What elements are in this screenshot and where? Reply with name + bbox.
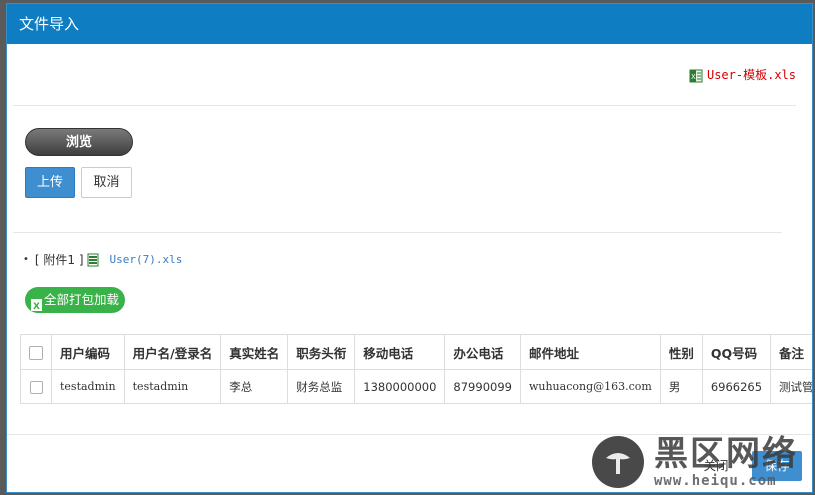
- svg-text:X: X: [33, 302, 40, 311]
- table-row[interactable]: testadmin testadmin 李总 财务总监 1380000000 8…: [20, 369, 812, 404]
- watermark-main-text: 黑区网络: [654, 434, 798, 474]
- column-header: 邮件地址: [519, 334, 661, 370]
- column-header: 职务头衔: [287, 334, 356, 370]
- table-cell: 6966265: [701, 369, 772, 404]
- table-cell: 87990099: [444, 369, 521, 404]
- table-header-row: 用户编码 用户名/登录名 真实姓名 职务头衔 移动电话 办公电话 邮件地址 性别…: [20, 334, 812, 370]
- watermark-logo-icon: [592, 436, 644, 488]
- column-header: 移动电话: [354, 334, 446, 370]
- dialog-title: 文件导入: [19, 15, 80, 33]
- table-cell: 财务总监: [287, 369, 356, 404]
- column-header: 办公电话: [444, 334, 521, 370]
- download-all-label: 全部打包加载: [43, 292, 119, 307]
- divider: [13, 105, 796, 106]
- table-cell: testadmin: [51, 369, 125, 404]
- select-all-checkbox[interactable]: [29, 345, 43, 360]
- cancel-upload-button[interactable]: 取消: [81, 167, 132, 198]
- browse-button[interactable]: 浏览: [25, 128, 133, 156]
- dialog-titlebar: 文件导入: [7, 4, 812, 44]
- watermark: 黑区网络 www.heiqu.com: [592, 430, 812, 492]
- attachment-label: [ 附件1 ]: [34, 253, 84, 267]
- column-header: QQ号码: [701, 334, 772, 370]
- table-cell: testadmin: [123, 369, 222, 404]
- table-cell: 男: [659, 369, 703, 404]
- attachment-item: • [ 附件1 ] User(7).xls: [23, 251, 182, 268]
- table-cell: 李总: [220, 369, 289, 404]
- column-header: 备注: [770, 334, 812, 370]
- import-preview-table: 用户编码 用户名/登录名 真实姓名 职务头衔 移动电话 办公电话 邮件地址 性别…: [20, 334, 812, 404]
- column-header: 用户编码: [51, 334, 125, 370]
- excel-file-icon: X: [30, 294, 42, 312]
- upload-button[interactable]: 上传: [25, 167, 75, 198]
- table-cell: 1380000000: [354, 369, 446, 404]
- column-header: 真实姓名: [220, 334, 289, 370]
- file-import-dialog: 文件导入 X User-模板.xls 浏览 上传 取消 • [ 附件1 ] Us…: [6, 3, 813, 493]
- column-header: 用户名/登录名: [123, 334, 222, 370]
- template-download-link[interactable]: User-模板.xls: [707, 66, 796, 83]
- row-select-cell: [20, 369, 52, 404]
- table-cell: wuhuacong@163.com: [519, 369, 661, 404]
- attachment-file-link[interactable]: User(7).xls: [110, 253, 183, 266]
- excel-file-icon: X: [689, 68, 703, 82]
- divider: [13, 232, 782, 233]
- excel-file-icon: [86, 253, 100, 267]
- row-checkbox[interactable]: [29, 380, 43, 394]
- template-download: X User-模板.xls: [689, 66, 796, 83]
- download-all-button[interactable]: X 全部打包加载: [25, 287, 125, 313]
- watermark-text: 黑区网络 www.heiqu.com: [654, 435, 798, 489]
- watermark-url-text: www.heiqu.com: [654, 473, 777, 489]
- column-header: 性别: [659, 334, 703, 370]
- table-cell: 测试管理员: [770, 369, 812, 404]
- select-all-cell: [20, 334, 52, 370]
- list-bullet: •: [23, 254, 29, 265]
- svg-text:X: X: [691, 73, 696, 81]
